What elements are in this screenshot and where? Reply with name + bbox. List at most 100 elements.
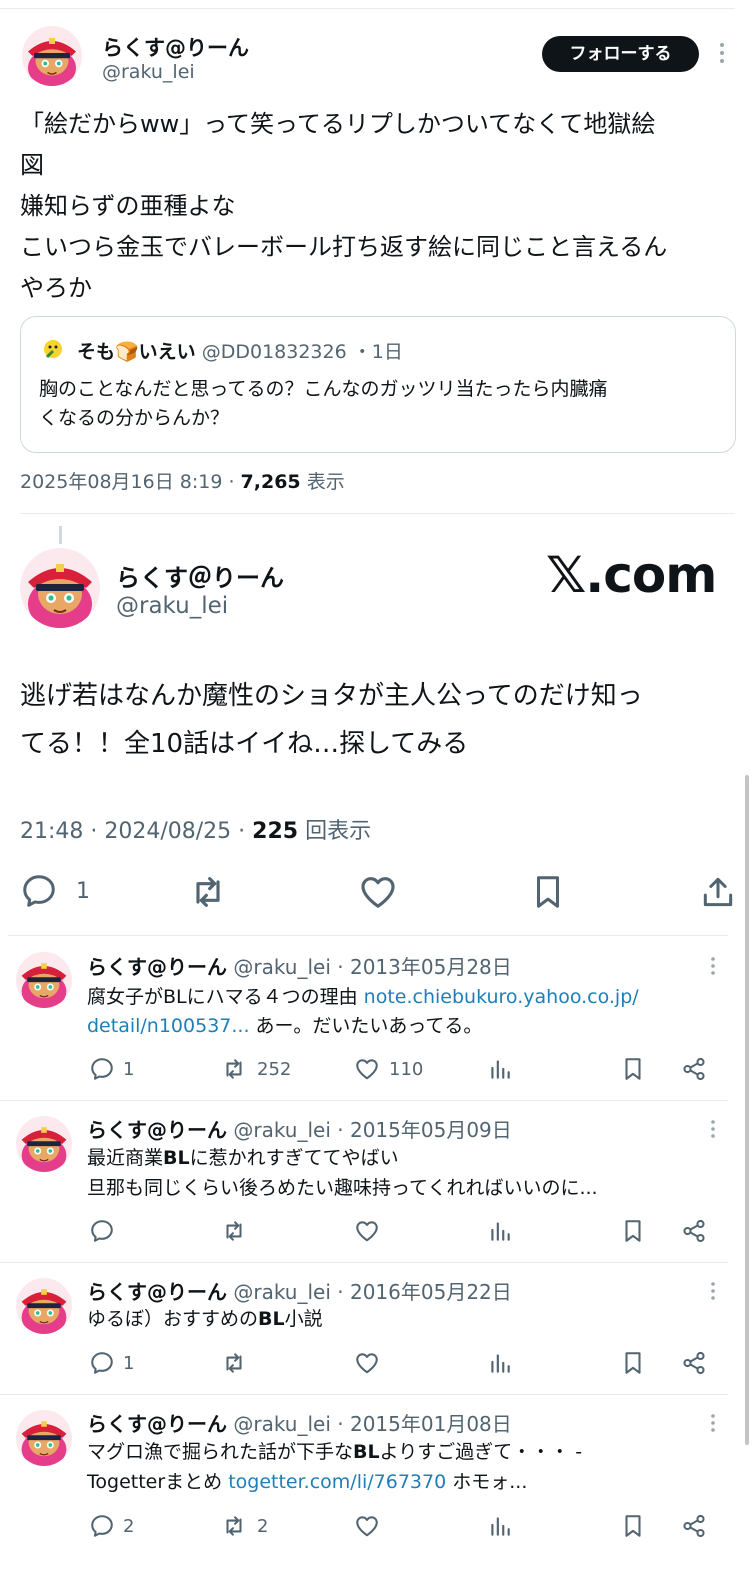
tweet-line: 嫌知らずの亜種よな [20,192,236,220]
reply-count: 2 [123,1515,135,1537]
tweet-text-part: よりすご過ぎて・・・ - [379,1441,583,1463]
avatar[interactable] [20,548,100,628]
like-icon[interactable] [358,872,398,912]
retweet-icon[interactable] [219,1218,249,1244]
views-icon[interactable] [487,1513,513,1539]
avatar[interactable] [22,26,82,86]
tweet-text-part: 最近商業 [87,1147,164,1169]
more-icon[interactable] [718,40,726,66]
reply-icon [89,1513,115,1539]
like-icon[interactable] [353,1513,381,1539]
tweet-date[interactable]: · 2015年01月08日 [337,1412,512,1436]
tweet-text-part: 旦那も同じくらい後ろめたい趣味持ってくれればいいのに... [87,1177,598,1199]
tweet-text-part: マグロ漁で掘られた話が下手な [87,1441,354,1463]
retweet-icon[interactable] [188,872,228,912]
views-icon[interactable] [487,1056,513,1082]
bookmark-icon[interactable] [620,1218,646,1244]
tweet-line: 逃げ若はなんか魔性のショタが主人公ってのだけ知っ [20,681,643,711]
more-icon[interactable] [709,955,717,981]
tweet-text: 腐女子がBLにハマる４つの理由 note.chiebukuro.yahoo.co… [87,983,639,1041]
tweet-text-part: あー。だいたいあってる。 [249,1015,483,1037]
scrollbar[interactable] [745,775,749,1445]
display-name[interactable]: らくす@りーん [102,32,249,62]
display-name[interactable]: らくす@りーん [87,955,227,979]
display-name[interactable]: らくす@りーん [87,1412,227,1436]
handle[interactable]: @raku_lei [233,1412,331,1436]
tweet-link[interactable]: togetter.com/li/767370 [228,1471,446,1493]
tweet-date[interactable]: · 2013年05月28日 [337,955,512,979]
reply-button[interactable]: 2 [89,1513,134,1539]
view-count: 225 [252,819,299,844]
tweet-line: てる！！全10話はイイね…探してみる [20,729,469,759]
tweet-date[interactable]: · 2016年05月22日 [337,1280,512,1304]
follow-button[interactable]: フォローする [542,36,699,72]
handle[interactable]: @raku_lei [233,1118,331,1142]
display-name[interactable]: らくす@りーん [87,1280,227,1304]
handle[interactable]: @raku_lei [102,61,195,83]
like-icon[interactable] [353,1350,381,1376]
reply-button[interactable]: 1 [89,1056,134,1082]
views-icon[interactable] [487,1350,513,1376]
reply-icon [89,1056,115,1082]
reply-icon [20,872,58,910]
like-button[interactable]: 110 [353,1056,423,1082]
tweet-text-part: BL [353,1441,380,1463]
tweet-text-part: 小説 [284,1308,323,1330]
tweet-link[interactable]: detail/n100537... [87,1015,250,1037]
reply-button[interactable]: 1 [89,1350,134,1376]
tweet-date: 2025年08月16日 8:19 · [20,471,241,493]
tweet-line: 図 [20,151,44,179]
more-icon[interactable] [709,1118,717,1144]
quote-line: くなるの分からんか？ [39,407,230,429]
share-icon[interactable] [681,1056,707,1082]
tweet-meta: 2025年08月16日 8:19 · 7,265 表示 [20,467,345,494]
views-icon[interactable] [487,1218,513,1244]
tweet-time: 21:48 · 2024/08/25 · [20,819,253,844]
reply-count: 1 [123,1352,135,1374]
reply-button[interactable]: 1 [20,872,90,910]
view-count: 7,265 [240,471,301,493]
tweet-line: 「絵だからww」って笑ってるリプしかついてなくて地獄絵 [20,110,656,138]
quote-line: 胸のことなんだと思ってるの？こんなのガッツリ当たったら内臓痛 [39,378,608,400]
like-icon [353,1056,381,1082]
bookmark-icon[interactable] [620,1350,646,1376]
handle[interactable]: @raku_lei [233,1280,331,1304]
reply-icon [89,1350,115,1376]
avatar[interactable] [16,1278,72,1334]
x-logo: 𝕏.com [546,546,717,604]
bookmark-icon[interactable] [620,1513,646,1539]
share-icon[interactable] [681,1513,707,1539]
retweet-button[interactable]: 2 [219,1513,268,1539]
tweet-text-part: ゆるぼ）おすすめの [87,1308,259,1330]
quote-tweet[interactable]: そも🍞いえい @DD01832326 ・1日 胸のことなんだと思ってるの？こんな… [20,316,736,453]
quote-name: そも🍞いえい [77,341,196,363]
tweet-line: やろか [20,274,92,302]
handle[interactable]: @raku_lei [233,955,331,979]
reply-icon[interactable] [89,1218,115,1244]
tweet-text-part: に惹かれすぎててやばい [189,1147,399,1169]
bookmark-icon[interactable] [620,1056,646,1082]
avatar[interactable] [16,1410,72,1466]
share-icon[interactable] [681,1350,707,1376]
retweet-icon[interactable] [219,1350,249,1376]
share-icon[interactable] [681,1218,707,1244]
handle[interactable]: @raku_lei [116,593,228,619]
display-name[interactable]: らくす＠りーん [116,558,284,593]
avatar[interactable] [16,952,72,1008]
view-label: 表示 [300,471,345,493]
quote-text: 胸のことなんだと思ってるの？こんなのガッツリ当たったら内臓痛 くなるの分からんか… [39,375,607,433]
more-icon[interactable] [709,1280,717,1306]
view-label: 回表示 [298,819,372,844]
tweet-date[interactable]: · 2015年05月09日 [337,1118,512,1142]
bookmark-icon[interactable] [529,872,567,912]
quote-handle: @DD01832326 [201,341,347,363]
share-icon[interactable] [699,872,737,912]
like-count: 110 [389,1058,424,1080]
quote-time: ・1日 [352,341,403,363]
tweet-link[interactable]: note.chiebukuro.yahoo.co.jp/ [364,986,639,1008]
display-name[interactable]: らくす@りーん [87,1118,227,1142]
more-icon[interactable] [709,1412,717,1438]
like-icon[interactable] [353,1218,381,1244]
retweet-button[interactable]: 252 [219,1056,291,1082]
avatar[interactable] [16,1116,72,1172]
